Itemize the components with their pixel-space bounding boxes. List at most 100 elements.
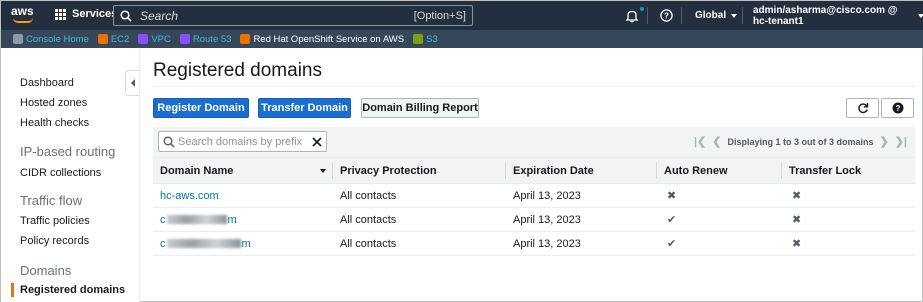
domain-cell: hc-aws.com <box>153 183 333 208</box>
domain-prefix: c <box>160 237 166 250</box>
favorite-label: S3 <box>426 33 438 45</box>
auto-renew-cell: ✔ <box>657 231 782 256</box>
search-icon <box>163 136 175 148</box>
sidebar-section-traffic-flow: Traffic flow <box>20 193 83 208</box>
transfer-domain-button[interactable]: Transfer Domain <box>258 98 351 118</box>
favorite-console-home[interactable]: Console Home <box>13 34 89 45</box>
pagination-text: Displaying 1 to 3 out of 3 domains <box>727 136 874 147</box>
sidebar-item-cidr-collections[interactable]: CIDR collections <box>20 167 101 179</box>
sidebar-item-policy-records[interactable]: Policy records <box>20 235 89 247</box>
redacted-text <box>166 215 227 225</box>
search-placeholder: Search <box>140 8 179 23</box>
domain-cell: cm <box>153 207 333 232</box>
register-domain-button[interactable]: Register Domain <box>153 98 249 118</box>
table-row[interactable]: cm All contacts April 13, 2023 ✔ ✖ <box>153 231 915 256</box>
favorites-bar: Console Home EC2 VPC Route 53 Red Hat Op… <box>1 30 923 48</box>
checkmark-icon: ✔ <box>667 238 677 250</box>
chevron-down-icon <box>731 13 738 18</box>
domain-cell: cm <box>153 231 333 256</box>
favorite-vpc[interactable]: VPC <box>138 34 171 45</box>
previous-page-icon[interactable]: ❮ <box>712 135 721 148</box>
route53-icon <box>179 34 190 44</box>
sidebar-section-domains: Domains <box>20 263 72 278</box>
column-header-privacy[interactable]: Privacy Protection <box>333 157 506 184</box>
table-toolbar: Search domains by prefix |❮ ❮ Displaying… <box>153 127 915 157</box>
table-row[interactable]: hc-aws.com All contacts April 13, 2023 ✖… <box>153 183 915 208</box>
transfer-lock-cell: ✖ <box>782 207 915 232</box>
bell-icon <box>625 10 639 22</box>
services-label: Services <box>72 8 118 20</box>
clear-icon[interactable] <box>312 136 322 147</box>
aws-logo[interactable]: aws <box>11 5 37 25</box>
search-shortcut: [Option+S] <box>413 9 466 22</box>
region-label: Global <box>695 10 727 21</box>
domain-filter-input[interactable]: Search domains by prefix <box>158 131 327 152</box>
transfer-lock-cell: ✖ <box>782 231 915 256</box>
favorite-label: Red Hat OpenShift Service on AWS <box>253 33 405 45</box>
domain-link[interactable]: cm <box>160 214 237 226</box>
notifications-button[interactable] <box>625 1 644 30</box>
cross-icon: ✖ <box>792 238 802 250</box>
sidebar-section-ip-routing: IP-based routing <box>20 144 116 159</box>
auto-renew-cell: ✖ <box>657 183 782 208</box>
account-label: admin/asharma@cisco.com @ hc-tenant1 <box>753 4 898 27</box>
account-menu[interactable]: admin/asharma@cisco.com @ hc-tenant1 <box>753 1 923 30</box>
next-page-icon[interactable]: ❯ <box>879 135 888 148</box>
sidebar-item-traffic-policies[interactable]: Traffic policies <box>20 215 90 227</box>
domain-suffix: m <box>241 237 251 250</box>
cross-icon: ✖ <box>792 214 802 226</box>
title-divider <box>153 86 915 87</box>
refresh-button[interactable] <box>846 98 879 118</box>
domain-billing-report-button[interactable]: Domain Billing Report <box>361 98 479 118</box>
domain-link[interactable]: hc-aws.com <box>160 190 219 202</box>
domain-link[interactable]: cm <box>160 238 251 250</box>
services-menu-button[interactable]: Services <box>55 8 117 20</box>
privacy-cell: All contacts <box>333 207 506 232</box>
svg-text:?: ? <box>895 104 900 113</box>
expiration-cell: April 13, 2023 <box>506 183 657 208</box>
column-header-domain-name[interactable]: Domain Name <box>153 157 333 184</box>
favorite-route53[interactable]: Route 53 <box>179 34 231 45</box>
favorite-ec2[interactable]: EC2 <box>97 33 130 45</box>
favorite-label: VPC <box>151 33 171 45</box>
table-row[interactable]: cm All contacts April 13, 2023 ✔ ✖ <box>153 207 915 232</box>
global-search-input[interactable]: Search [Option+S] <box>113 5 473 26</box>
notification-dot <box>640 7 644 11</box>
chevron-left-icon <box>130 79 135 87</box>
help-button[interactable]: ? <box>660 1 673 30</box>
column-label: Auto Renew <box>664 164 728 177</box>
domains-table: Domain Name Privacy Protection Expiratio… <box>153 157 915 256</box>
sidebar-item-registered-domains[interactable]: Registered domains <box>20 284 125 296</box>
domain-suffix: m <box>227 213 237 226</box>
favorite-label: Console Home <box>26 33 89 45</box>
help-icon: ? <box>660 9 673 22</box>
chevron-down-icon <box>918 13 923 18</box>
cross-icon: ✖ <box>792 190 802 202</box>
column-label: Domain Name <box>160 164 234 177</box>
first-page-icon[interactable]: |❮ <box>694 135 706 148</box>
expiration-cell: April 13, 2023 <box>506 231 657 256</box>
vpc-icon <box>138 34 149 44</box>
column-header-expiration[interactable]: Expiration Date <box>506 157 657 184</box>
settings-button[interactable]: ? <box>881 98 914 118</box>
auto-renew-cell: ✔ <box>657 207 782 232</box>
region-selector[interactable]: Global <box>695 1 738 30</box>
column-label: Privacy Protection <box>340 164 437 177</box>
refresh-icon <box>857 103 868 114</box>
column-header-transfer-lock[interactable]: Transfer Lock <box>782 157 915 184</box>
openshift-icon <box>240 34 251 44</box>
favorite-s3[interactable]: S3 <box>413 34 438 45</box>
sidebar-item-hosted-zones[interactable]: Hosted zones <box>20 97 87 109</box>
last-page-icon[interactable]: ❯| <box>895 135 907 148</box>
favorite-label: EC2 <box>110 33 130 45</box>
sidebar-item-dashboard[interactable]: Dashboard <box>20 77 74 89</box>
privacy-cell: All contacts <box>333 231 506 256</box>
svg-text:?: ? <box>664 12 669 21</box>
domains-table-panel: Search domains by prefix |❮ ❮ Displaying… <box>153 127 915 256</box>
collapse-sidebar-button[interactable] <box>125 70 139 96</box>
sidebar-item-health-checks[interactable]: Health checks <box>20 117 89 129</box>
cross-icon: ✖ <box>667 190 677 202</box>
column-header-auto-renew[interactable]: Auto Renew <box>657 157 782 184</box>
favorite-rosa[interactable]: Red Hat OpenShift Service on AWS <box>240 34 404 45</box>
console-home-icon <box>13 34 23 44</box>
